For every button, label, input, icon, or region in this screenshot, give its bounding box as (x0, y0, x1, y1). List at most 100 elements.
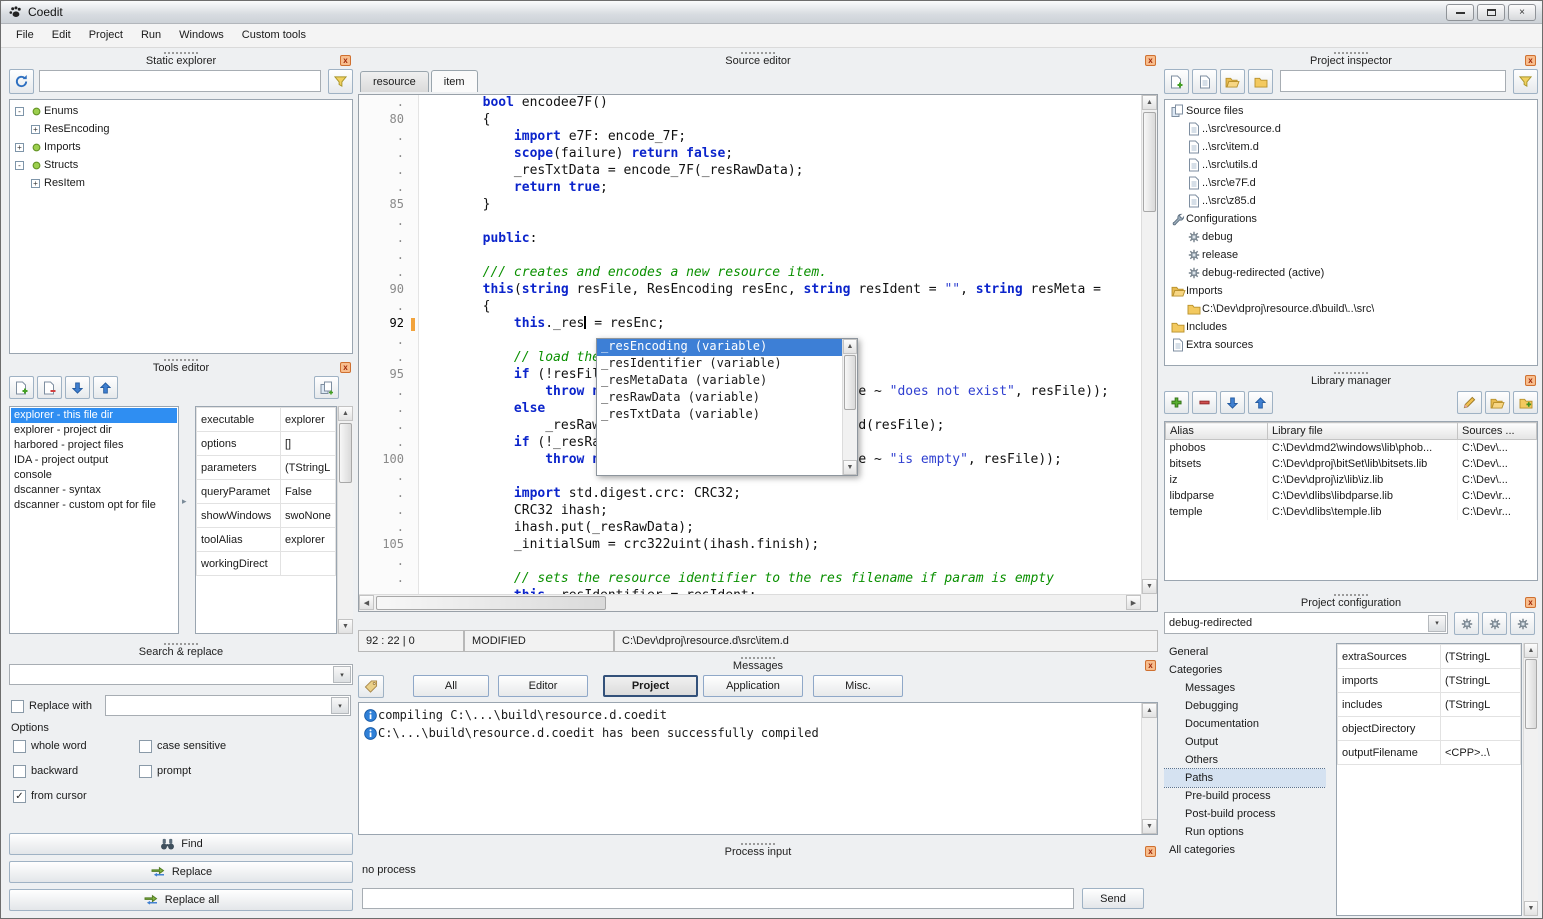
checkbox-box[interactable]: ✓ (13, 790, 26, 803)
library-manager-header[interactable]: Library manager x (1164, 371, 1538, 388)
scroll-thumb[interactable] (376, 596, 606, 610)
property-value[interactable]: swoNone (281, 504, 336, 528)
gutter-line[interactable]: . (359, 503, 418, 520)
table-row[interactable]: phobosC:\Dev\dmd2\windows\lib\phob...C:\… (1166, 440, 1537, 456)
property-value[interactable] (1441, 717, 1521, 741)
property-value[interactable] (281, 552, 336, 576)
configuration-combo[interactable]: debug-redirected ▾ (1164, 612, 1448, 634)
gutter-line[interactable]: . (359, 554, 418, 571)
scroll-thumb[interactable] (1143, 112, 1156, 212)
gutter-line[interactable]: . (359, 299, 418, 316)
process-input-header[interactable]: Process input x (358, 842, 1158, 859)
scroll-down-icon[interactable]: ▼ (1142, 819, 1157, 834)
process-input-close-button[interactable]: x (1145, 846, 1156, 857)
scroll-down-icon[interactable]: ▼ (1142, 579, 1157, 594)
remove-config-button[interactable] (1510, 612, 1535, 635)
filter-all[interactable]: All (413, 675, 489, 697)
message-item[interactable]: compiling C:\...\build\resource.d.coedit (359, 706, 1157, 724)
editor-hscrollbar[interactable]: ◀ ▶ (359, 594, 1141, 611)
scroll-left-icon[interactable]: ◀ (359, 595, 374, 610)
tab-item[interactable]: item (431, 70, 478, 92)
column-header[interactable]: Sources ... (1458, 423, 1537, 440)
replace-with-checkbox[interactable]: Replace with (11, 698, 92, 714)
property-value[interactable]: (TStringL (1441, 645, 1521, 669)
project-inspector-close-button[interactable]: x (1525, 55, 1536, 66)
library-down-button[interactable] (1220, 391, 1245, 414)
scroll-thumb[interactable] (1525, 659, 1537, 729)
gutter-line[interactable]: . (359, 333, 418, 350)
code-line[interactable] (420, 554, 1141, 571)
scroll-down-icon[interactable]: ▼ (338, 619, 353, 634)
open-library-button[interactable] (1485, 391, 1510, 414)
gutter-line[interactable]: . (359, 231, 418, 248)
library-up-button[interactable] (1248, 391, 1273, 414)
tree-item[interactable]: ..\src\z85.d (1165, 192, 1537, 210)
scroll-up-icon[interactable]: ▲ (1142, 703, 1157, 718)
messages-close-button[interactable]: x (1145, 660, 1156, 671)
chevron-down-icon[interactable]: ▾ (331, 697, 349, 714)
property-row[interactable]: outputFilename<CPP>..\ (1338, 741, 1521, 765)
static-explorer-close-button[interactable]: x (340, 55, 351, 66)
property-row[interactable]: parameters(TStringL (197, 456, 336, 480)
config-scrollbar[interactable]: ▲ ▼ (1523, 643, 1538, 916)
gutter-line[interactable]: . (359, 401, 418, 418)
column-header[interactable]: Alias (1166, 423, 1268, 440)
code-line[interactable]: this(string resFile, ResEncoding resEnc,… (420, 282, 1141, 299)
editor-vscrollbar[interactable]: ▲ ▼ (1141, 95, 1157, 594)
code-line[interactable]: CRC32 ihash; (420, 503, 1141, 520)
gutter-line[interactable]: . (359, 95, 418, 112)
filter-button[interactable] (328, 69, 353, 94)
titlebar[interactable]: Coedit × (1, 1, 1542, 24)
menu-item-custom-tools[interactable]: Custom tools (233, 24, 315, 47)
property-value[interactable]: False (281, 480, 336, 504)
gutter-line[interactable]: . (359, 163, 418, 180)
menu-item-run[interactable]: Run (132, 24, 170, 47)
code-line[interactable]: scope(failure) return false; (420, 146, 1141, 163)
project-inspector-header[interactable]: Project inspector x (1164, 51, 1538, 68)
completion-item[interactable]: _resRawData (variable) (597, 390, 842, 407)
code-line[interactable]: // sets the resource identifier to the r… (420, 571, 1141, 588)
source-editor-close-button[interactable]: x (1145, 55, 1156, 66)
code-line[interactable]: ihash.put(_resRawData); (420, 520, 1141, 537)
scroll-right-icon[interactable]: ▶ (1126, 595, 1141, 610)
menu-item-edit[interactable]: Edit (43, 24, 80, 47)
scroll-up-icon[interactable]: ▲ (843, 339, 857, 354)
add-library-button[interactable] (1164, 391, 1189, 414)
checkbox-box[interactable] (13, 740, 26, 753)
gutter-line[interactable]: . (359, 520, 418, 537)
property-value[interactable]: <CPP>..\ (1441, 741, 1521, 765)
tree-item[interactable]: ..\src\utils.d (1165, 156, 1537, 174)
edit-library-button[interactable] (1457, 391, 1482, 414)
list-item[interactable]: dscanner - syntax (11, 483, 177, 498)
replace-all-button[interactable]: Replace all (9, 889, 353, 911)
chevron-down-icon[interactable]: ▾ (1428, 615, 1446, 632)
gutter-line[interactable]: 80 (359, 112, 418, 129)
tree-item[interactable]: -Enums (10, 102, 352, 120)
remove-library-button[interactable] (1192, 391, 1217, 414)
panel-grip[interactable] (164, 643, 198, 645)
property-row[interactable]: showWindowsswoNone (197, 504, 336, 528)
table-row[interactable]: libdparseC:\Dev\dlibs\libdparse.libC:\De… (1166, 488, 1537, 504)
symbol-search-input[interactable] (39, 70, 321, 92)
gutter-line[interactable]: . (359, 486, 418, 503)
remove-source-button[interactable] (1192, 69, 1217, 94)
gutter-line[interactable]: 85 (359, 197, 418, 214)
tree-item[interactable]: Output (1164, 733, 1326, 751)
checkbox-backward[interactable]: backward (13, 763, 139, 779)
chevron-down-icon[interactable]: ▾ (333, 666, 351, 683)
checkbox-box[interactable] (139, 740, 152, 753)
checkbox-box[interactable] (11, 700, 24, 713)
checkbox-from-cursor[interactable]: ✓from cursor (13, 788, 139, 804)
gutter-line[interactable]: . (359, 129, 418, 146)
inspector-filter-button[interactable] (1513, 69, 1538, 94)
minimize-button[interactable] (1446, 4, 1474, 21)
filter-editor[interactable]: Editor (498, 675, 588, 697)
tree-item[interactable]: Imports (1165, 282, 1537, 300)
panel-grip[interactable] (741, 52, 775, 54)
code-line[interactable]: _resTxtData = encode_7F(_resRawData); (420, 163, 1141, 180)
open-folder-button[interactable] (1248, 69, 1273, 94)
checkbox-case-sensitive[interactable]: case sensitive (139, 738, 353, 754)
gutter-line[interactable]: 95 (359, 367, 418, 384)
filter-project[interactable]: Project (603, 675, 698, 697)
remove-tool-button[interactable] (37, 376, 62, 399)
